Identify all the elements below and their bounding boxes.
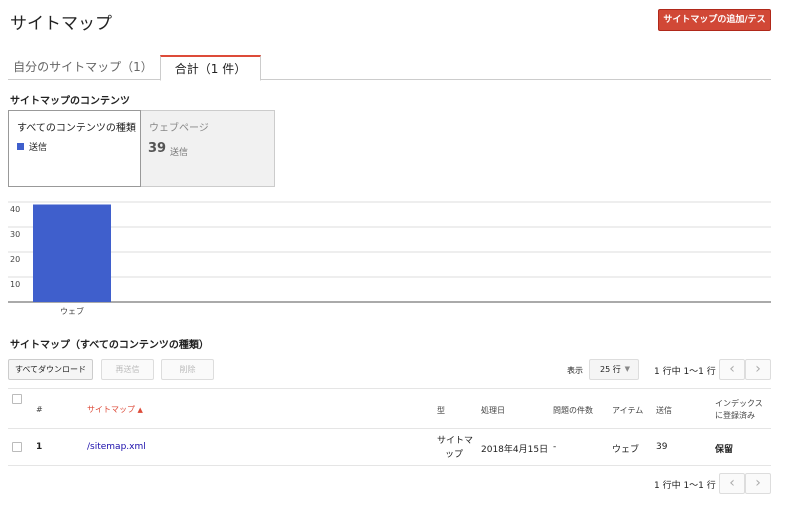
add-test-sitemap-button[interactable]: サイトマップの追加/テスト	[658, 9, 771, 45]
y-tick-label: 40	[10, 205, 20, 214]
sitemap-link[interactable]: /sitemap.xml	[87, 442, 146, 452]
card-count: 39	[148, 141, 167, 156]
legend-label: 送信	[29, 143, 48, 153]
table-top-divider	[8, 388, 771, 389]
prev-page-icon[interactable]: ‹	[719, 473, 745, 494]
column-header-num: #	[36, 405, 43, 414]
delete-button[interactable]: 削除	[161, 359, 214, 380]
sort-ascending-icon: ▲	[137, 406, 143, 414]
select-all-checkbox[interactable]	[12, 394, 22, 404]
content-section-title: サイトマップのコンテンツ	[10, 96, 130, 107]
card-label: ウェブページ	[149, 123, 209, 134]
bar	[33, 204, 111, 302]
page-title: サイトマップ	[10, 14, 112, 34]
rows-per-page-select[interactable]: 25 行 ▼	[589, 359, 639, 380]
content-type-card-all[interactable]: すべてのコンテンツの種類 送信	[8, 110, 141, 187]
resend-button[interactable]: 再送信	[101, 359, 154, 380]
row-processed-date: 2018年4月15日	[481, 445, 549, 455]
pager-text-bottom: 1 行中 1～1 行	[654, 481, 716, 491]
column-header-type: 型	[437, 406, 445, 415]
y-tick-label: 30	[10, 230, 20, 239]
chart-svg: 10 20 30 40 ウェブ	[8, 201, 771, 316]
rows-per-page-value: 25 行	[600, 365, 621, 374]
column-header-sitemap[interactable]: サイトマップ ▲	[87, 404, 143, 415]
row-indexed-status: 保留	[715, 445, 734, 455]
column-header-issues: 問題の件数	[553, 406, 593, 415]
row-issues: -	[553, 442, 557, 452]
column-header-processed: 処理日	[481, 406, 505, 415]
row-submitted: 39	[656, 442, 668, 452]
row-divider	[8, 465, 771, 466]
column-header-item: アイテム	[612, 406, 644, 415]
caret-down-icon: ▼	[624, 365, 630, 373]
header-divider	[8, 428, 771, 429]
y-tick-label: 20	[10, 255, 20, 264]
column-header-indexed-line2: に登録済み	[715, 411, 755, 420]
tab-my-sitemaps[interactable]: 自分のサイトマップ（1）	[8, 55, 158, 80]
row-item: ウェブ	[612, 445, 640, 455]
tab-total[interactable]: 合計（1 件）	[160, 55, 261, 81]
x-category-label: ウェブ	[60, 306, 84, 316]
download-all-button[interactable]: すべてダウンロード	[8, 359, 93, 380]
table-section-title: サイトマップ（すべてのコンテンツの種類）	[10, 340, 209, 351]
pager-text-top: 1 行中 1～1 行	[654, 367, 716, 377]
column-header-sitemap-label: サイトマップ	[87, 405, 135, 414]
row-checkbox[interactable]	[12, 442, 22, 452]
row-type-line2: ップ	[445, 450, 464, 460]
card-label: すべてのコンテンツの種類	[17, 123, 136, 134]
next-page-icon[interactable]: ›	[745, 473, 771, 494]
row-num: 1	[36, 442, 43, 452]
row-type-line1: サイトマ	[437, 436, 474, 446]
next-page-icon[interactable]: ›	[745, 359, 771, 380]
prev-page-icon[interactable]: ‹	[719, 359, 745, 380]
show-label: 表示	[567, 366, 583, 375]
column-header-indexed-line1: インデックス	[715, 399, 763, 408]
submitted-bar-chart: 10 20 30 40 ウェブ	[8, 196, 771, 321]
card-unit: 送信	[170, 148, 189, 158]
column-header-submitted: 送信	[656, 406, 672, 415]
tab-bar: 自分のサイトマップ（1） 合計（1 件）	[8, 55, 771, 81]
legend-swatch	[17, 143, 24, 150]
y-tick-label: 10	[10, 280, 20, 289]
content-type-card-web[interactable]: ウェブページ 39 送信	[141, 110, 275, 187]
